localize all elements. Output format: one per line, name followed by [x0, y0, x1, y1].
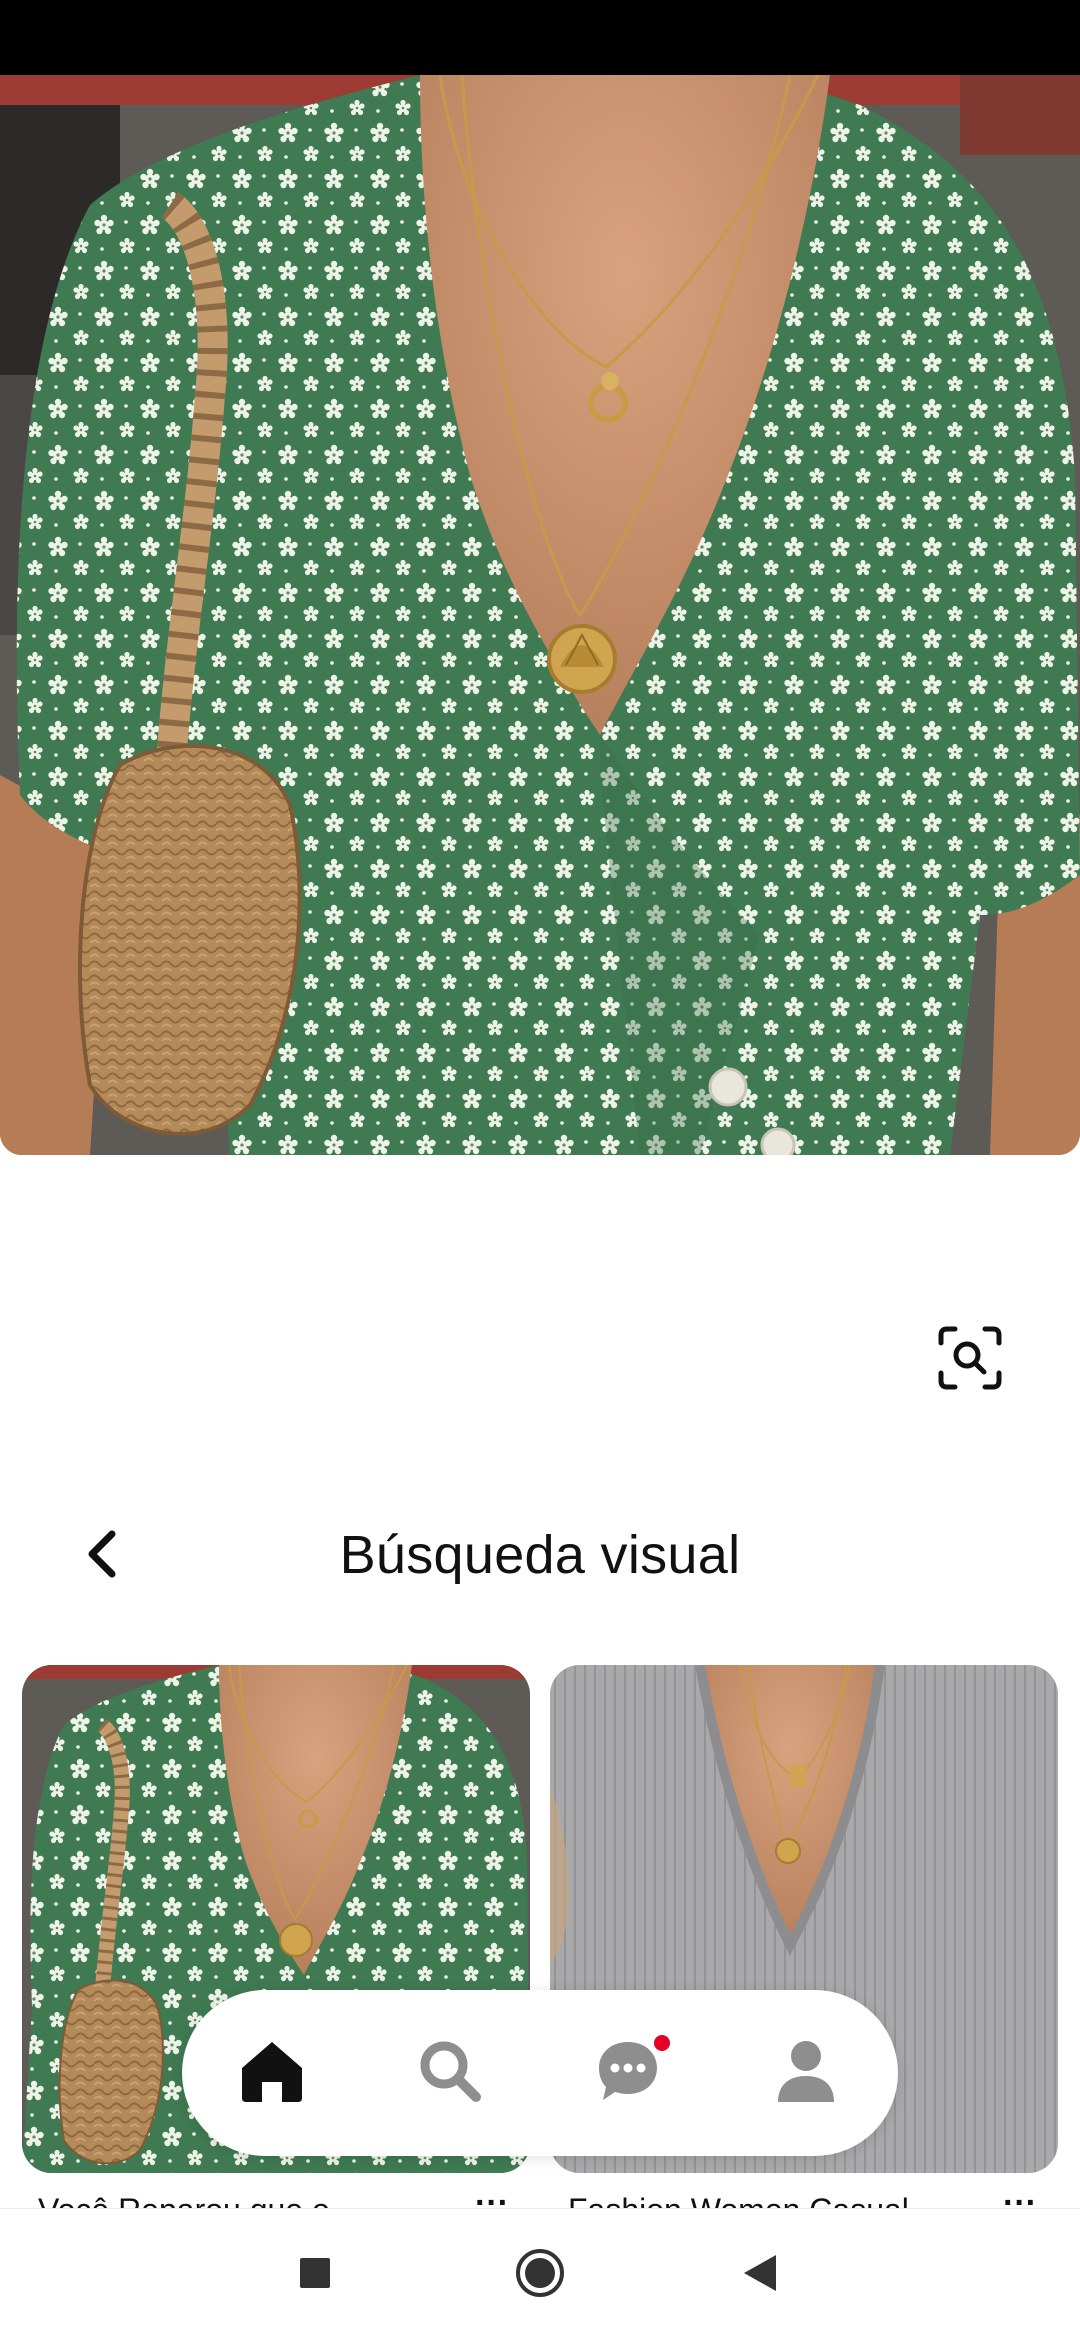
tab-search[interactable] — [400, 2023, 500, 2123]
tab-home[interactable] — [222, 2023, 322, 2123]
recent-apps-button[interactable] — [285, 2245, 345, 2305]
page-title: Búsqueda visual — [339, 1525, 741, 1585]
app-screen: Búsqueda visual ··· ··· — [0, 0, 1080, 2340]
system-back-button[interactable] — [730, 2245, 790, 2305]
profile-icon — [776, 2038, 836, 2109]
visual-search-icon — [937, 1325, 1003, 1396]
notification-dot — [654, 2035, 670, 2051]
home-icon — [238, 2038, 306, 2109]
tab-messages[interactable] — [578, 2023, 678, 2123]
chat-bubble-icon — [595, 2038, 661, 2109]
tab-profile[interactable] — [756, 2023, 856, 2123]
search-icon — [416, 2037, 484, 2110]
pin-image[interactable] — [0, 75, 1080, 1155]
visual-search-button[interactable] — [930, 1320, 1010, 1400]
square-icon — [298, 2256, 332, 2295]
system-home-button[interactable] — [510, 2245, 570, 2305]
bottom-tab-bar — [182, 1990, 898, 2156]
system-navigation-bar — [0, 2208, 1080, 2340]
status-bar — [0, 0, 1080, 75]
triangle-back-icon — [742, 2253, 778, 2298]
visual-search-header: Búsqueda visual — [0, 1500, 1080, 1610]
circle-icon — [514, 2247, 566, 2304]
